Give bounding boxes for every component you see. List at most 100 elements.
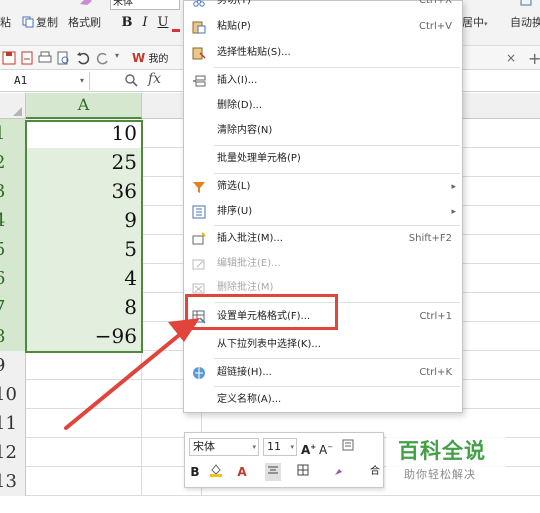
menu-item-paste[interactable]: 粘贴(P) Ctrl+V <box>184 14 462 40</box>
menu-item-delete-comment: 删除批注(M) <box>184 275 462 301</box>
format-cells-mini-icon[interactable] <box>341 438 355 456</box>
row-header[interactable]: 1 <box>0 119 26 148</box>
watermark: 百科全说 助你轻松解决 <box>386 433 506 489</box>
cell-a2[interactable]: 25 <box>26 148 142 177</box>
save-icon[interactable] <box>2 51 16 65</box>
scissors-icon <box>193 0 205 7</box>
redo-icon[interactable] <box>96 51 110 65</box>
menu-item-shortcut: Ctrl+K <box>419 367 452 378</box>
format-painter-label: 格式刷 <box>68 16 101 29</box>
font-name-value: 宋体 <box>113 0 133 8</box>
name-box[interactable]: A1 <box>0 72 90 90</box>
cell-a9[interactable] <box>26 351 142 380</box>
select-all-corner[interactable] <box>0 93 26 119</box>
cell-a3[interactable]: 36 <box>26 177 142 206</box>
fill-color-icon[interactable] <box>205 463 227 481</box>
row-header[interactable]: 5 <box>0 235 26 264</box>
mini-font-color-button[interactable]: A <box>231 463 253 481</box>
borders-icon[interactable] <box>295 463 311 481</box>
format-painter-button[interactable]: 格式刷 <box>68 14 101 32</box>
decrease-font-icon[interactable]: A− <box>319 438 333 457</box>
print-preview-icon[interactable] <box>56 51 70 65</box>
merge-center-button[interactable]: 居中▾ <box>462 14 488 32</box>
row-header[interactable]: 8 <box>0 322 26 351</box>
row-header[interactable]: 10 <box>0 380 26 409</box>
cell-a8[interactable]: −96 <box>26 322 142 351</box>
menu-item-delete[interactable]: 删除(D)... <box>184 93 462 119</box>
format-painter-icon[interactable] <box>331 463 347 481</box>
mini-bold-button[interactable]: B <box>189 463 201 481</box>
cell-a10[interactable] <box>26 380 142 409</box>
menu-item-insert-comment[interactable]: 插入批注(M)... Shift+F2 <box>184 226 462 252</box>
cell-a6[interactable]: 4 <box>26 264 142 293</box>
merge-button[interactable]: 合 <box>368 463 382 481</box>
row-header[interactable]: 9 <box>0 351 26 380</box>
menu-item-label: 设置单元格格式(F)... <box>217 311 311 322</box>
print-icon[interactable] <box>38 51 52 65</box>
zoom-icon[interactable] <box>124 73 138 87</box>
column-header-a[interactable]: A <box>26 93 142 119</box>
increase-font-icon[interactable]: A+ <box>301 438 316 457</box>
insert-function-button[interactable]: fx <box>148 71 161 87</box>
cell-a11[interactable] <box>26 409 142 438</box>
align-center-icon[interactable] <box>265 463 281 481</box>
chevron-down-icon: ▾ <box>252 443 256 451</box>
close-tab-icon[interactable]: × <box>506 51 516 65</box>
row-header[interactable]: 12 <box>0 438 26 467</box>
filter-icon <box>193 182 205 193</box>
row-header[interactable]: 2 <box>0 148 26 177</box>
underline-button[interactable]: U <box>156 14 170 32</box>
font-name-combo[interactable]: 宋体 <box>110 0 180 10</box>
row-header[interactable]: 4 <box>0 206 26 235</box>
row-header[interactable]: 6 <box>0 264 26 293</box>
menu-item-filter[interactable]: 筛选(L) ▸ <box>184 174 462 200</box>
quick-access-dropdown-icon[interactable]: ▾ <box>115 51 119 60</box>
undo-icon[interactable] <box>76 51 90 65</box>
row-header[interactable]: 7 <box>0 293 26 322</box>
menu-item-sort[interactable]: 排序(U) ▸ <box>184 199 462 225</box>
menu-item-label: 从下拉列表中选择(K)... <box>217 339 321 350</box>
insert-comment-icon <box>192 232 206 245</box>
menu-item-insert[interactable]: 插入(I)... <box>184 68 462 94</box>
row-header[interactable]: 11 <box>0 409 26 438</box>
export-pdf-icon[interactable] <box>20 51 34 65</box>
menu-item-hyperlink[interactable]: 超链接(H)... Ctrl+K <box>184 360 462 386</box>
hyperlink-icon <box>193 367 205 379</box>
eraser-icon[interactable] <box>78 0 94 12</box>
insert-icon <box>193 75 206 87</box>
menu-item-format-cells[interactable]: 设置单元格格式(F)... Ctrl+1 <box>184 304 462 330</box>
cell-a4[interactable]: 9 <box>26 206 142 235</box>
mini-font-combo[interactable]: 宋体 ▾ <box>189 438 259 456</box>
row-header[interactable]: 13 <box>0 467 26 496</box>
submenu-arrow-icon: ▸ <box>451 207 456 217</box>
paste-icon <box>192 21 206 34</box>
menu-item-label: 批量处理单元格(P) <box>217 153 301 164</box>
paste-button[interactable]: 粘 <box>0 14 11 32</box>
sort-icon <box>192 205 206 219</box>
paste-label: 粘 <box>0 16 11 29</box>
cell-a1[interactable]: 10 <box>26 119 142 148</box>
menu-item-clear-contents[interactable]: 清除内容(N) <box>184 118 462 144</box>
menu-item-pick-from-list[interactable]: 从下拉列表中选择(K)... <box>184 332 462 358</box>
paste-special-icon <box>192 47 206 60</box>
document-tab[interactable]: W 我的 <box>132 48 187 68</box>
cell-a12[interactable] <box>26 438 142 467</box>
new-tab-icon[interactable]: + <box>528 49 540 68</box>
row-header[interactable]: 3 <box>0 177 26 206</box>
name-box-dropdown-icon[interactable]: ▾ <box>80 72 84 90</box>
font-color-button[interactable] <box>172 14 182 32</box>
cell-a7[interactable]: 8 <box>26 293 142 322</box>
cell-a5[interactable]: 5 <box>26 235 142 264</box>
menu-item-paste-special[interactable]: 选择性粘贴(S)... <box>184 40 462 66</box>
bold-button[interactable]: B <box>120 14 134 32</box>
menu-item-batch-process[interactable]: 批量处理单元格(P) <box>184 146 462 172</box>
auto-wrap-button[interactable]: 自动换 <box>510 14 540 32</box>
menu-separator <box>214 302 460 303</box>
copy-button[interactable]: 复制 <box>22 14 58 32</box>
menu-item-cut[interactable]: 剪切(T) Ctrl+X <box>184 0 462 14</box>
context-menu: 剪切(T) Ctrl+X 粘贴(P) Ctrl+V 选择性粘贴(S)... 插入… <box>183 0 463 413</box>
italic-button[interactable]: I <box>138 14 152 32</box>
mini-size-combo[interactable]: 11 ▾ <box>263 438 297 456</box>
menu-item-define-name[interactable]: 定义名称(A)... <box>184 387 462 413</box>
cell-a13[interactable] <box>26 467 142 496</box>
